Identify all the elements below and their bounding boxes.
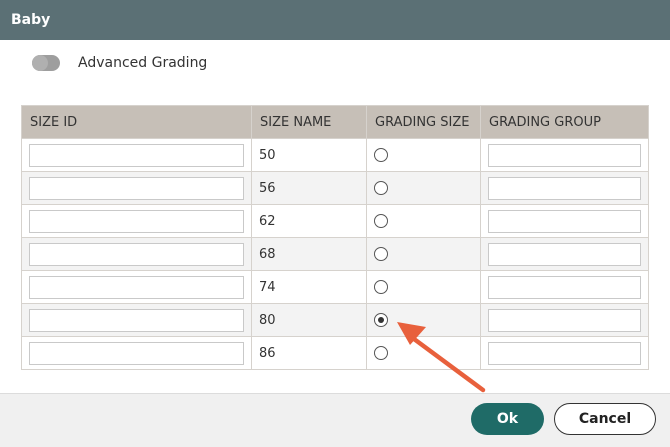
table-row: 74 — [21, 270, 649, 304]
grading-group-cell — [480, 237, 649, 271]
grading-size-radio[interactable] — [374, 214, 388, 228]
sizes-table: SIZE ID SIZE NAME GRADING SIZE GRADING G… — [21, 105, 649, 370]
dialog-title: Baby — [11, 12, 51, 28]
size-id-cell — [21, 303, 252, 337]
advanced-grading-row: Advanced Grading — [32, 52, 207, 74]
dialog-title-bar: Baby — [0, 0, 670, 40]
grading-group-cell — [480, 204, 649, 238]
size-id-cell — [21, 171, 252, 205]
size-name-cell: 56 — [251, 171, 367, 205]
grading-group-input[interactable] — [488, 176, 641, 200]
size-id-input[interactable] — [29, 143, 244, 167]
grading-group-cell — [480, 336, 649, 370]
header-grading-size: GRADING SIZE — [366, 105, 481, 139]
size-id-input[interactable] — [29, 176, 244, 200]
grading-size-cell — [366, 237, 481, 271]
table-row: 68 — [21, 237, 649, 271]
cancel-button[interactable]: Cancel — [554, 403, 656, 435]
grading-group-cell — [480, 303, 649, 337]
table-row: 62 — [21, 204, 649, 238]
size-name-cell: 80 — [251, 303, 367, 337]
table-header-row: SIZE ID SIZE NAME GRADING SIZE GRADING G… — [21, 105, 649, 139]
size-id-cell — [21, 270, 252, 304]
grading-size-cell — [366, 303, 481, 337]
ok-button[interactable]: Ok — [471, 403, 544, 435]
size-id-input[interactable] — [29, 275, 244, 299]
grading-group-input[interactable] — [488, 209, 641, 233]
size-id-input[interactable] — [29, 341, 244, 365]
header-size-id: SIZE ID — [21, 105, 252, 139]
grading-size-radio[interactable] — [374, 280, 388, 294]
size-name-cell: 68 — [251, 237, 367, 271]
header-grading-group: GRADING GROUP — [480, 105, 649, 139]
grading-size-radio[interactable] — [374, 346, 388, 360]
size-name-cell: 50 — [251, 138, 367, 172]
size-name-cell: 86 — [251, 336, 367, 370]
size-id-cell — [21, 204, 252, 238]
grading-size-cell — [366, 270, 481, 304]
header-size-name: SIZE NAME — [251, 105, 367, 139]
grading-size-cell — [366, 171, 481, 205]
table-row: 86 — [21, 336, 649, 370]
grading-size-cell — [366, 204, 481, 238]
size-id-input[interactable] — [29, 242, 244, 266]
grading-group-cell — [480, 138, 649, 172]
grading-size-radio[interactable] — [374, 313, 388, 327]
size-id-cell — [21, 138, 252, 172]
grading-group-input[interactable] — [488, 341, 641, 365]
table-row: 56 — [21, 171, 649, 205]
size-id-input[interactable] — [29, 308, 244, 332]
grading-group-cell — [480, 270, 649, 304]
grading-group-input[interactable] — [488, 275, 641, 299]
table-row: 50 — [21, 138, 649, 172]
advanced-grading-label: Advanced Grading — [78, 55, 208, 71]
grading-size-radio[interactable] — [374, 148, 388, 162]
grading-size-radio[interactable] — [374, 247, 388, 261]
grading-group-input[interactable] — [488, 242, 641, 266]
advanced-grading-toggle[interactable] — [32, 55, 60, 71]
toggle-knob — [32, 55, 48, 71]
grading-size-cell — [366, 336, 481, 370]
grading-group-cell — [480, 171, 649, 205]
size-id-input[interactable] — [29, 209, 244, 233]
grading-group-input[interactable] — [488, 308, 641, 332]
grading-group-input[interactable] — [488, 143, 641, 167]
size-id-cell — [21, 336, 252, 370]
table-row: 80 — [21, 303, 649, 337]
size-name-cell: 62 — [251, 204, 367, 238]
size-id-cell — [21, 237, 252, 271]
grading-size-radio[interactable] — [374, 181, 388, 195]
size-name-cell: 74 — [251, 270, 367, 304]
grading-size-cell — [366, 138, 481, 172]
